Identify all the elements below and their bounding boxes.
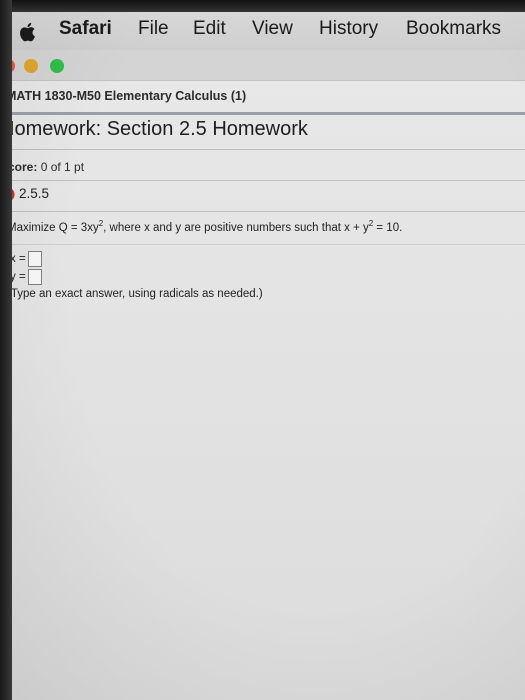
problem-statement: Maximize Q = 3xy2, where x and y are pos… bbox=[7, 220, 403, 234]
x-answer-label: x = bbox=[10, 253, 26, 266]
answer-hint: (Type an exact answer, using radicals as… bbox=[7, 288, 263, 300]
menu-edit[interactable]: Edit bbox=[193, 18, 226, 40]
bezel-top bbox=[0, 0, 525, 12]
divider bbox=[0, 211, 525, 212]
y-answer-label: y = bbox=[10, 271, 26, 284]
menu-view[interactable]: View bbox=[252, 18, 293, 40]
score: Score: 0 of 1 pt bbox=[0, 160, 84, 174]
window-titlebar bbox=[0, 50, 525, 81]
minimize-window-button[interactable] bbox=[24, 59, 38, 73]
divider bbox=[0, 149, 525, 150]
x-answer-input[interactable] bbox=[27, 251, 42, 267]
menu-bar: Safari File Edit View History Bookmarks bbox=[0, 10, 525, 51]
question-id: 2.5.5 bbox=[19, 186, 50, 201]
y-answer-input[interactable] bbox=[27, 269, 42, 285]
divider bbox=[0, 180, 525, 181]
bezel-left bbox=[0, 0, 12, 700]
photo-vignette bbox=[0, 0, 525, 700]
zoom-window-button[interactable] bbox=[50, 59, 64, 73]
screen: Safari File Edit View History Bookmarks … bbox=[0, 0, 525, 700]
apple-icon[interactable] bbox=[16, 20, 40, 44]
x-answer-row: x = bbox=[10, 251, 42, 267]
menu-file[interactable]: File bbox=[138, 18, 169, 40]
problem-text: , where x and y are positive numbers suc… bbox=[103, 222, 369, 234]
menu-bookmarks[interactable]: Bookmarks bbox=[406, 18, 501, 40]
course-title[interactable]: MATH 1830-M50 Elementary Calculus (1) bbox=[6, 89, 246, 103]
header-divider bbox=[0, 112, 525, 115]
homework-title: Homework: Section 2.5 Homework bbox=[0, 118, 308, 140]
problem-text: = 10. bbox=[373, 222, 403, 234]
divider bbox=[0, 244, 525, 245]
menu-safari[interactable]: Safari bbox=[59, 18, 112, 40]
problem-text: Maximize Q = 3xy bbox=[7, 222, 99, 234]
score-value: 0 of 1 pt bbox=[40, 160, 85, 174]
y-answer-row: y = bbox=[10, 269, 42, 285]
menu-history[interactable]: History bbox=[319, 18, 378, 40]
